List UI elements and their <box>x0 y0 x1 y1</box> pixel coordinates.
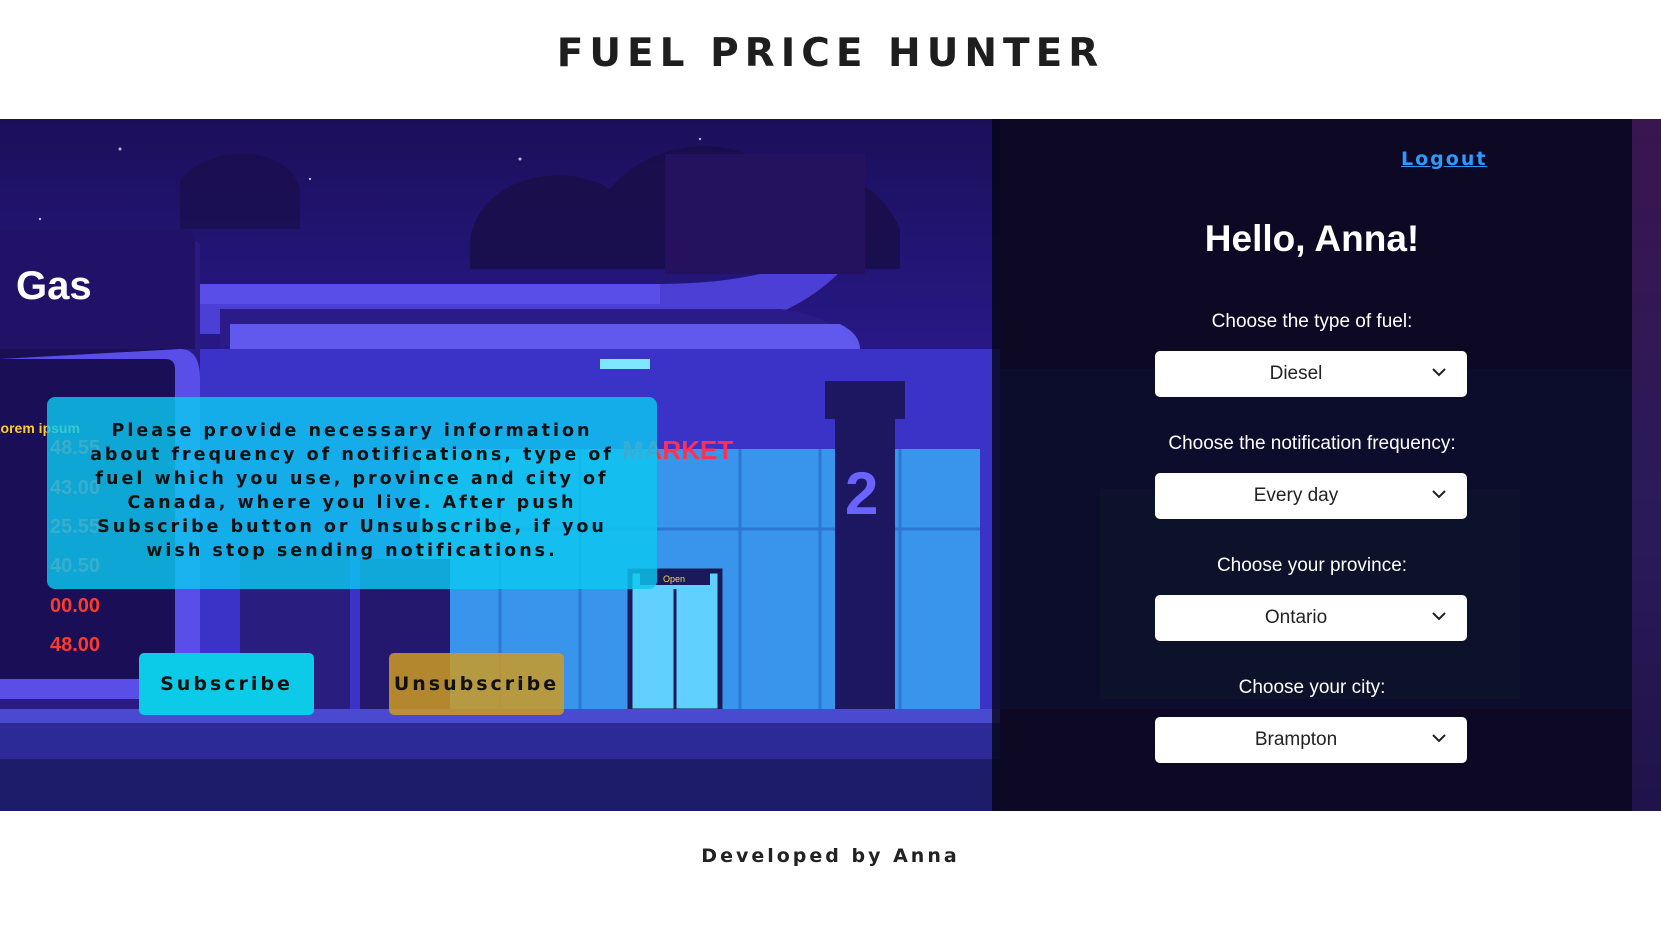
door-sign-text: Open <box>663 574 685 584</box>
greeting-heading: Hello, Anna! <box>1204 218 1420 259</box>
scene-edge <box>1632 119 1661 811</box>
province-value: Ontario <box>1264 607 1328 628</box>
price-4: 00.00 <box>50 595 100 617</box>
site-header: FUEL PRICE HUNTER <box>0 0 1661 119</box>
fuel-type-label: Choose the type of fuel: <box>1211 311 1413 332</box>
price-5: 48.00 <box>50 634 100 656</box>
site-title: FUEL PRICE HUNTER <box>556 31 1105 76</box>
footer-credit: Developed by Anna <box>701 845 960 867</box>
frequency-select[interactable]: Every day <box>1155 473 1467 519</box>
chevron-down-icon <box>1432 490 1446 499</box>
city-select[interactable]: Brampton <box>1155 717 1467 763</box>
info-box: Please provide necessary information abo… <box>47 397 657 589</box>
fuel-type-select[interactable]: Diesel <box>1155 351 1467 397</box>
frequency-label: Choose the notification frequency: <box>1168 433 1456 454</box>
site-footer: Developed by Anna <box>0 811 1661 935</box>
province-select[interactable]: Ontario <box>1155 595 1467 641</box>
gas-sign-text: Gas <box>16 264 92 308</box>
province-label: Choose your province: <box>1216 555 1408 576</box>
city-label: Choose your city: <box>1238 677 1386 698</box>
subscribe-button[interactable]: Subscribe <box>139 653 314 715</box>
frequency-value: Every day <box>1253 485 1339 506</box>
fuel-type-value: Diesel <box>1269 363 1323 384</box>
logout-link[interactable]: Logout <box>1401 148 1487 170</box>
pump-number: 2 <box>845 460 878 527</box>
chevron-down-icon <box>1432 612 1446 621</box>
chevron-down-icon <box>1432 368 1446 377</box>
info-text: Please provide necessary information abo… <box>90 421 614 561</box>
chevron-down-icon <box>1432 734 1446 743</box>
unsubscribe-button[interactable]: Unsubscribe <box>389 653 564 715</box>
city-value: Brampton <box>1254 729 1338 750</box>
